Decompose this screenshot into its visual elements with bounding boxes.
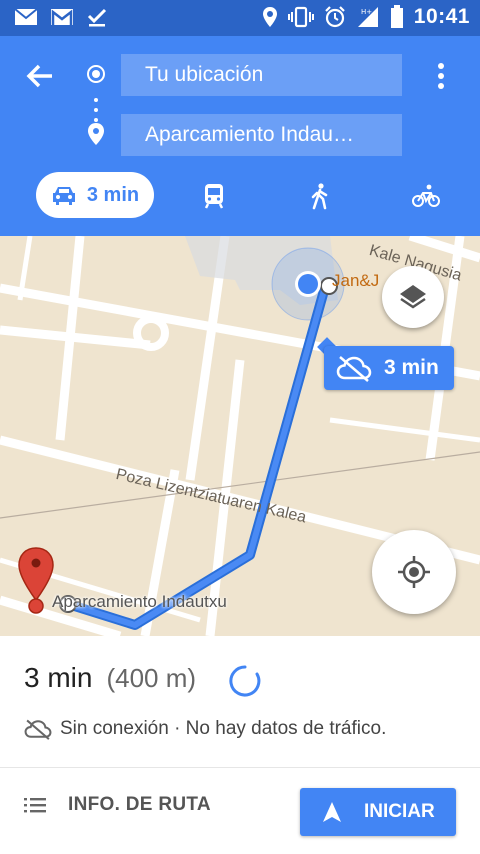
navigation-arrow-icon xyxy=(323,802,341,822)
my-location-button[interactable] xyxy=(372,530,456,614)
signal-icon: H+ xyxy=(357,7,378,27)
alarm-icon xyxy=(325,6,345,28)
status-bar: H+ 10:41 xyxy=(0,0,480,36)
eta-badge[interactable]: 3 min xyxy=(324,346,454,390)
route-distance: (400 m) xyxy=(106,663,197,693)
cloud-off-icon xyxy=(336,356,372,382)
route-summary: 3 min (400 m) xyxy=(24,662,196,694)
origin-icon xyxy=(87,65,105,83)
crosshair-icon xyxy=(398,556,430,588)
destination-field[interactable]: Aparcamiento Indau… xyxy=(121,114,402,156)
download-done-icon xyxy=(87,8,107,27)
car-icon xyxy=(52,187,75,205)
car-time-label: 3 min xyxy=(86,183,140,206)
gmail-icon xyxy=(14,8,38,25)
destination-map-label[interactable]: Aparcamiento Indautxu xyxy=(52,592,227,612)
transit-icon[interactable] xyxy=(200,182,228,210)
route-info-button[interactable]: INFO. DE RUTA xyxy=(24,794,211,816)
layers-icon xyxy=(400,285,426,309)
directions-header: Tu ubicación Aparcamiento Indau… 3 min xyxy=(0,36,480,236)
route-info-label: INFO. DE RUTA xyxy=(68,794,211,815)
clock: 10:41 xyxy=(413,5,470,28)
origin-field[interactable]: Tu ubicación xyxy=(121,54,402,96)
cloud-off-icon xyxy=(24,719,52,740)
route-summary-sheet: 3 min (400 m) Sin conexión · No hay dato… xyxy=(0,636,480,854)
list-icon xyxy=(24,798,46,813)
more-options-icon[interactable] xyxy=(430,62,452,90)
start-label: INICIAR xyxy=(364,801,435,822)
traffic-status: Sin conexión · No hay datos de tráfico. xyxy=(24,718,386,740)
destination-pin-icon xyxy=(88,123,104,145)
loading-spinner-icon xyxy=(229,665,261,697)
vibrate-icon xyxy=(287,6,314,28)
mode-car-tab[interactable]: 3 min xyxy=(36,172,154,218)
start-navigation-button[interactable]: INICIAR xyxy=(300,788,456,836)
travel-mode-tabs: 3 min xyxy=(0,170,480,222)
battery-icon xyxy=(390,5,403,28)
back-arrow-icon[interactable] xyxy=(22,58,58,94)
svg-text:H+: H+ xyxy=(361,8,372,16)
walk-icon[interactable] xyxy=(306,182,334,210)
bike-icon[interactable] xyxy=(412,182,440,210)
divider xyxy=(0,767,480,768)
layers-button[interactable] xyxy=(382,266,444,328)
location-icon xyxy=(262,7,277,27)
route-time: 3 min xyxy=(24,662,93,693)
gmail-icon xyxy=(51,9,73,25)
eta-badge-label: 3 min xyxy=(384,356,439,379)
poi-label[interactable]: Jan&J xyxy=(332,271,379,291)
traffic-status-text: Sin conexión · No hay datos de tráfico. xyxy=(60,718,387,739)
